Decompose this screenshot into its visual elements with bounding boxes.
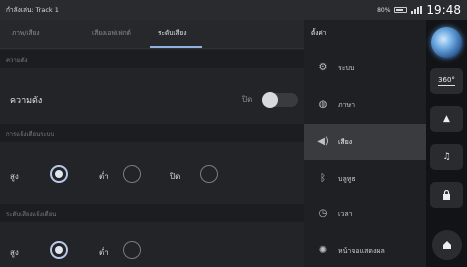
menu-item-bluetooth[interactable]: ᛒ บลูทูธ — [304, 161, 426, 197]
lock-icon — [443, 190, 450, 200]
clock: 19:48 — [426, 3, 461, 17]
brightness-icon: ✺ — [318, 245, 328, 256]
menu-item-system[interactable]: ⚙ ระบบ — [304, 50, 426, 86]
music-note-icon: ♫ — [442, 152, 451, 162]
speaker-icon: ◀) — [317, 136, 329, 147]
quick-access-rail: 360° ▲ ♫ — [426, 20, 467, 267]
active-tab-indicator — [150, 46, 202, 48]
menu-item-label: เสียง — [338, 138, 353, 146]
section-header-label: การแจ้งเตือนระบบ — [6, 131, 55, 138]
status-title: กำลังเล่น: Track 1 — [6, 6, 59, 14]
tab-volume-level[interactable]: ระดับเสียง — [158, 28, 187, 38]
bluetooth-icon: ᛒ — [320, 173, 326, 184]
menu-item-label: เวลา — [338, 210, 353, 218]
volume-toggle-label: ปิด — [242, 95, 253, 104]
alert-option-low-radio[interactable] — [123, 165, 141, 183]
section-header-label: ระดับเสียงแจ้งเตือน — [6, 211, 57, 218]
menu-title: ตั้งค่า — [311, 29, 327, 37]
section-header-label: ความดัง — [6, 57, 28, 64]
reminder-option-high-label: สูง — [10, 248, 19, 257]
status-indicators: 80% 19:48 — [377, 2, 461, 18]
alert-option-off-label: ปิด — [170, 172, 181, 181]
menu-item-sound[interactable]: ◀) เสียง — [304, 124, 426, 160]
menu-item-display[interactable]: ✺ หน้าจอแสดงผล — [304, 233, 426, 267]
section-header-volume: ความดัง — [0, 50, 304, 68]
home-button[interactable] — [432, 230, 462, 260]
sound-settings-panel: ภาพ/เสียง เสียงเอฟเฟกต์ ระดับเสียง ความด… — [0, 20, 304, 267]
menu-item-language[interactable]: ◍ ภาษา — [304, 87, 426, 123]
navigation-button[interactable]: ▲ — [430, 106, 463, 132]
reminder-option-low-radio[interactable] — [123, 241, 141, 259]
clock-icon: ◷ — [318, 208, 328, 219]
menu-header: ตั้งค่า — [304, 20, 426, 46]
voice-assistant-orb[interactable] — [431, 27, 462, 58]
lock-button[interactable] — [430, 182, 463, 208]
volume-toggle[interactable] — [262, 92, 298, 108]
settings-menu: ตั้งค่า ⚙ ระบบ ◍ ภาษา ◀) เสียง ᛒ บลูทูธ … — [304, 20, 426, 267]
menu-item-label: ภาษา — [338, 101, 356, 109]
section-header-reminder: ระดับเสียงแจ้งเตือน — [0, 204, 304, 222]
camera-360-icon: 360° — [438, 76, 455, 86]
alert-option-high-label: สูง — [10, 172, 19, 181]
tab-audio-video[interactable]: ภาพ/เสียง — [12, 28, 40, 38]
alert-option-low-label: ต่ำ — [99, 172, 109, 181]
reminder-option-low-label: ต่ำ — [99, 248, 109, 257]
globe-icon: ◍ — [318, 99, 328, 110]
menu-item-time[interactable]: ◷ เวลา — [304, 196, 426, 232]
tab-bar: ภาพ/เสียง เสียงเอฟเฟกต์ ระดับเสียง — [0, 20, 304, 49]
battery-icon — [394, 7, 408, 13]
menu-item-label: บลูทูธ — [338, 175, 356, 183]
status-bar: กำลังเล่น: Track 1 80% 19:48 — [0, 0, 467, 20]
battery-percent: 80% — [377, 6, 391, 14]
tab-sound-effects[interactable]: เสียงเอฟเฟกต์ — [92, 28, 131, 38]
volume-row-label: ความดัง — [10, 96, 43, 106]
toggle-knob — [262, 92, 278, 108]
alert-option-off-radio[interactable] — [200, 165, 218, 183]
alert-option-high-radio[interactable] — [50, 165, 68, 183]
menu-item-label: หน้าจอแสดงผล — [338, 247, 385, 255]
signal-icon — [411, 6, 423, 14]
music-button[interactable]: ♫ — [430, 144, 463, 170]
home-icon — [443, 241, 451, 249]
camera-360-button[interactable]: 360° — [430, 68, 463, 94]
menu-item-label: ระบบ — [338, 64, 355, 72]
gear-icon: ⚙ — [318, 62, 328, 73]
navigation-arrow-icon: ▲ — [443, 114, 450, 124]
reminder-option-high-radio[interactable] — [50, 241, 68, 259]
section-header-system-alert: การแจ้งเตือนระบบ — [0, 124, 304, 142]
